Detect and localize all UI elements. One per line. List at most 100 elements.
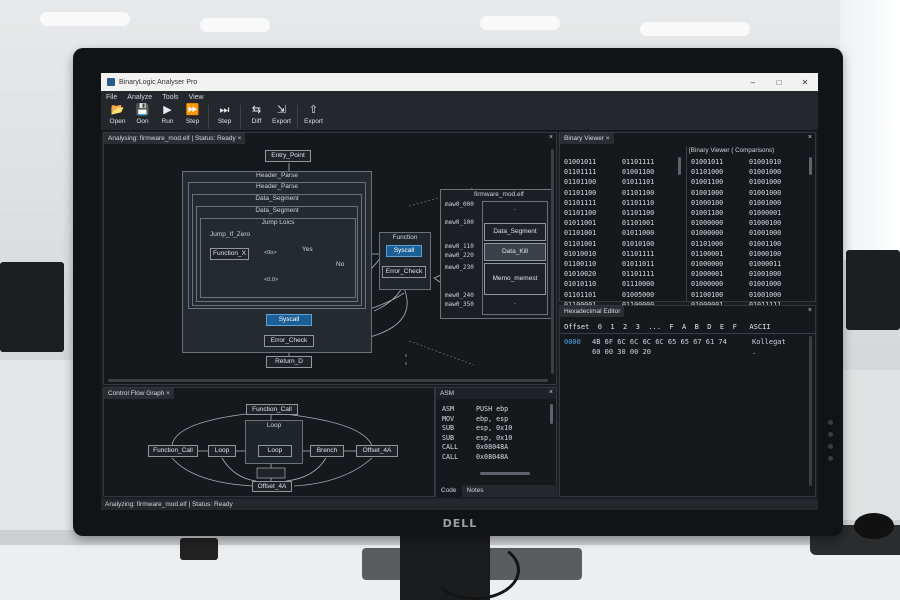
- return-node[interactable]: Return_D: [266, 356, 312, 368]
- binary-cell[interactable]: 01101100: [564, 177, 596, 187]
- binary-cell[interactable]: 01101000: [691, 239, 723, 249]
- tab-close-icon[interactable]: ×: [606, 135, 610, 142]
- binary-cell[interactable]: 01010020: [564, 269, 596, 279]
- function-x-node[interactable]: Function_X: [210, 248, 249, 260]
- cfg-loop-inner-node[interactable]: Loop: [258, 445, 292, 457]
- asm-hscrollbar[interactable]: [480, 472, 530, 475]
- hex-ascii[interactable]: Kollegat: [752, 338, 786, 346]
- memory-segment-selected[interactable]: Data_Kill: [484, 243, 546, 261]
- binary-cell[interactable]: 01001000: [691, 188, 723, 198]
- error-check-side-node[interactable]: Error_Check: [382, 266, 426, 278]
- panel-close-icon[interactable]: ×: [808, 307, 812, 314]
- binary-cell[interactable]: 01001000: [749, 198, 781, 208]
- hex-scrollbar[interactable]: [809, 336, 812, 486]
- binary-cell[interactable]: 01101100: [622, 188, 654, 198]
- binary-scrollbar[interactable]: [678, 157, 681, 175]
- binary-cell[interactable]: 01001000: [749, 290, 781, 300]
- binary-cell[interactable]: 01101001: [564, 228, 596, 238]
- binary-cell[interactable]: 01001011: [564, 157, 596, 167]
- binary-cell[interactable]: 01011001: [564, 218, 596, 228]
- entry-point-node[interactable]: Entry_Point: [265, 150, 311, 162]
- cfg-branch-node[interactable]: Brench: [310, 445, 344, 457]
- menu-tools[interactable]: Tools: [162, 94, 178, 101]
- hex-bytes[interactable]: 60 00 30 00 20: [592, 348, 651, 356]
- export-upload-button[interactable]: ⇧ Export: [301, 103, 326, 125]
- save-button[interactable]: 💾 Oon: [130, 103, 155, 125]
- vertical-scrollbar[interactable]: [551, 149, 554, 374]
- tab-notes[interactable]: Notes: [462, 485, 489, 497]
- binary-cell[interactable]: 01101000: [691, 167, 723, 177]
- cfg-function-call-node[interactable]: Function_Call: [246, 404, 298, 415]
- binary-cell[interactable]: 01010100: [622, 239, 654, 249]
- binary-cell[interactable]: 01000011: [749, 259, 781, 269]
- binary-cell[interactable]: 01101111: [622, 249, 654, 259]
- binary-viewer-tab[interactable]: Binary Viewer ×: [560, 133, 614, 144]
- binary-cell[interactable]: 01001000: [749, 167, 781, 177]
- binary-cell[interactable]: 01001011: [691, 157, 723, 167]
- hex-ascii[interactable]: .: [752, 348, 756, 356]
- menu-file[interactable]: File: [106, 94, 117, 101]
- diff-button[interactable]: ⇆ Diff: [244, 103, 269, 125]
- syscall-side-node[interactable]: Syscall: [386, 245, 422, 257]
- binary-cell[interactable]: 01110000: [622, 279, 654, 289]
- binary-cell[interactable]: 01011000: [622, 228, 654, 238]
- panel-close-icon[interactable]: ×: [808, 134, 812, 141]
- binary-cell[interactable]: 01001100: [691, 177, 723, 187]
- memory-segment[interactable]: Data_Segment: [484, 223, 546, 241]
- binary-cell[interactable]: 01001000: [749, 269, 781, 279]
- hex-editor-tab[interactable]: Hexadecimal Editor: [560, 306, 625, 317]
- binary-cell[interactable]: 01000100: [749, 218, 781, 228]
- binary-cell[interactable]: 01000000: [691, 259, 723, 269]
- binary-cell[interactable]: 01101001: [564, 239, 596, 249]
- binary-cell[interactable]: 01000100: [749, 249, 781, 259]
- binary-compare-scrollbar[interactable]: [809, 157, 812, 175]
- cfg-offset-bottom-node[interactable]: Offset_4A: [252, 481, 292, 492]
- binary-cell[interactable]: 01000000: [691, 279, 723, 289]
- binary-cell[interactable]: 01101101: [564, 290, 596, 300]
- binary-cell[interactable]: 01100100: [691, 290, 723, 300]
- binary-cell[interactable]: 01001000: [749, 279, 781, 289]
- horizontal-scrollbar[interactable]: [108, 379, 548, 382]
- step-into-button[interactable]: ⏭ Step: [212, 103, 237, 125]
- binary-cell[interactable]: 01011011: [622, 259, 654, 269]
- asm-line[interactable]: CALL 0x08048A: [442, 453, 512, 463]
- binary-cell[interactable]: 01001000: [749, 188, 781, 198]
- binary-cell[interactable]: 01001100: [691, 208, 723, 218]
- binary-cell[interactable]: 01101111: [622, 269, 654, 279]
- binary-cell[interactable]: 01000001: [749, 208, 781, 218]
- binary-cell[interactable]: 01101110: [622, 198, 654, 208]
- asm-line[interactable]: CALL 0x08048A: [442, 443, 512, 453]
- menu-analyze[interactable]: Analyze: [127, 94, 152, 101]
- binary-cell[interactable]: 01001100: [749, 239, 781, 249]
- binary-cell[interactable]: 01001000: [749, 177, 781, 187]
- step-over-button[interactable]: ⏩ Step: [180, 103, 205, 125]
- binary-cell[interactable]: 01100001: [691, 249, 723, 259]
- syscall-node[interactable]: Syscall: [266, 314, 312, 326]
- tab-code[interactable]: Code: [436, 485, 462, 497]
- memory-segment[interactable]: Memo_memest: [484, 263, 546, 295]
- cfg-loop-node[interactable]: Loop: [208, 445, 236, 457]
- binary-cell[interactable]: 01005000: [622, 290, 654, 300]
- asm-line[interactable]: SUB esp, 0x10: [442, 424, 512, 434]
- binary-cell[interactable]: 01001000: [749, 228, 781, 238]
- asm-line[interactable]: ASM PUSH ebp: [442, 405, 512, 415]
- maximize-button[interactable]: □: [766, 78, 792, 87]
- error-check-node[interactable]: Error_Check: [264, 335, 314, 347]
- asm-tab[interactable]: ASM: [436, 388, 556, 399]
- close-button[interactable]: ✕: [792, 78, 818, 87]
- run-button[interactable]: ▶ Run: [155, 103, 180, 125]
- binary-cell[interactable]: 01100110: [564, 259, 596, 269]
- open-button[interactable]: 📂 Open: [105, 103, 130, 125]
- binary-cell[interactable]: 01001100: [622, 167, 654, 177]
- binary-cell[interactable]: 01101111: [622, 157, 654, 167]
- binary-cell[interactable]: 01101111: [564, 198, 596, 208]
- hex-offset[interactable]: 0000: [564, 338, 581, 346]
- binary-cell[interactable]: 01000001: [691, 269, 723, 279]
- binary-cell[interactable]: 01101001: [622, 218, 654, 228]
- asm-scrollbar[interactable]: [550, 404, 553, 424]
- binary-cell[interactable]: 01101100: [564, 208, 596, 218]
- binary-cell[interactable]: 01010110: [564, 279, 596, 289]
- minimize-button[interactable]: –: [740, 78, 766, 87]
- asm-line[interactable]: SUB esp, 0x10: [442, 434, 512, 444]
- binary-cell[interactable]: 01101100: [622, 208, 654, 218]
